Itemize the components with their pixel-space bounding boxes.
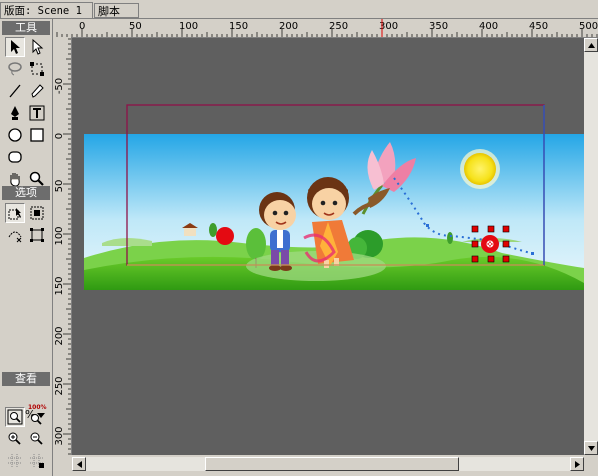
scale-option-button[interactable] <box>27 225 47 245</box>
text-icon <box>29 105 45 121</box>
ruler-top-label: 0 <box>79 21 85 32</box>
chevron-down-icon <box>587 445 595 451</box>
straighten-option-button[interactable] <box>5 225 25 245</box>
line-tool-button[interactable] <box>5 81 25 101</box>
snap-option-button[interactable] <box>5 203 25 223</box>
zoom-out-icon <box>30 432 43 445</box>
ruler-left-label: 300 <box>54 426 65 445</box>
rectangle-icon <box>30 128 44 142</box>
ruler-left-ticks: -50 0 50 100 150 200 250 300 <box>54 38 71 455</box>
smooth-option-button[interactable] <box>27 203 47 223</box>
tab-script[interactable]: 脚本 <box>94 3 139 18</box>
ruler-left-label: 150 <box>54 276 65 295</box>
zoom-in-button[interactable] <box>5 429 25 449</box>
transform-icon <box>30 62 44 76</box>
magnifier-icon <box>29 171 44 186</box>
chevron-up-icon <box>587 42 595 48</box>
oval-icon <box>8 128 22 142</box>
horizontal-scroll-thumb[interactable] <box>205 457 459 471</box>
grid-icon <box>8 454 22 468</box>
options-section-header: 选项 <box>2 186 50 200</box>
vertical-scroll-track[interactable] <box>584 52 598 441</box>
zoom-in-icon <box>8 432 21 445</box>
subselect-tool-button[interactable] <box>27 37 47 57</box>
rounded-rect-tool-button[interactable] <box>5 147 25 167</box>
chevron-right-icon <box>574 460 580 468</box>
rounded-rect-icon <box>8 151 22 163</box>
tools-panel: 工具 选项 查看 100% <box>0 19 53 476</box>
rectangle-tool-button[interactable] <box>27 125 47 145</box>
hand-icon <box>10 173 20 187</box>
zoom-100-icon <box>31 414 42 425</box>
pencil-tool-button[interactable] <box>27 81 47 101</box>
guides-button[interactable] <box>27 451 47 471</box>
straighten-icon <box>8 231 22 243</box>
transform-tool-button[interactable] <box>27 59 47 79</box>
ruler-top-label: 400 <box>479 21 498 32</box>
ruler-top-label: 150 <box>229 21 248 32</box>
stage-scene <box>84 134 584 290</box>
guides-icon <box>30 454 44 468</box>
ruler-top-label: 100 <box>179 21 198 32</box>
ruler-left-label: 250 <box>54 376 65 395</box>
chevron-left-icon <box>76 460 82 468</box>
pen-tool-button[interactable] <box>5 103 25 123</box>
scroll-down-button[interactable] <box>584 441 598 455</box>
stage-workspace[interactable] <box>72 38 584 455</box>
view-section-header: 查看 <box>2 372 50 386</box>
zoom-control-button[interactable] <box>5 407 25 427</box>
grid-button[interactable] <box>5 451 25 471</box>
red-ball-graphic <box>216 227 234 245</box>
tools-section-header: 工具 <box>2 21 50 35</box>
pen-icon <box>11 106 19 120</box>
ruler-top-label: 500 <box>579 21 598 32</box>
tab-scene[interactable]: 版面: Scene 1 <box>0 2 93 18</box>
horizontal-scrollbar[interactable] <box>72 455 584 476</box>
line-icon <box>9 84 21 98</box>
arrow-icon <box>11 40 20 54</box>
snap-icon <box>8 208 21 220</box>
scroll-up-button[interactable] <box>584 38 598 52</box>
sun-graphic <box>460 149 500 189</box>
ruler-top-label: 350 <box>429 21 448 32</box>
arrow-tool-button[interactable] <box>5 37 25 57</box>
ruler-left-label: 200 <box>54 326 65 345</box>
document-tab-bar: 版面: Scene 1 脚本 <box>0 0 598 19</box>
ruler-top-label: 450 <box>529 21 548 32</box>
ruler-top-label: 200 <box>279 21 298 32</box>
smooth-icon <box>30 206 44 220</box>
ruler-left-label: 0 <box>54 133 65 139</box>
stage-canvas[interactable] <box>72 38 584 455</box>
ruler-top-ticks: 0 50 100 150 200 250 300 350 400 450 500 <box>56 19 598 37</box>
ruler-left-label: 100 <box>54 226 65 245</box>
subselect-icon <box>32 39 44 55</box>
zoom-control-icon <box>7 409 23 425</box>
oval-tool-button[interactable] <box>5 125 25 145</box>
scroll-left-button[interactable] <box>72 457 86 471</box>
ruler-top: 0 50 100 150 200 250 300 350 400 450 500 <box>53 19 598 38</box>
scale-icon <box>30 228 44 242</box>
selected-ball-object[interactable] <box>471 225 510 263</box>
scroll-right-button[interactable] <box>570 457 584 471</box>
ruler-top-label: 50 <box>129 21 142 32</box>
lasso-tool-button[interactable] <box>5 59 25 79</box>
scroll-corner <box>584 455 598 476</box>
pencil-icon <box>31 84 44 98</box>
ruler-left-label: -50 <box>54 78 65 94</box>
zoom-100-badge: 100% <box>28 404 47 411</box>
ruler-top-label: 250 <box>329 21 348 32</box>
ruler-left: -50 0 50 100 150 200 250 300 <box>53 37 72 455</box>
ruler-left-label: 50 <box>54 180 65 193</box>
zoom-out-button[interactable] <box>27 429 47 449</box>
lasso-icon <box>8 62 22 76</box>
text-tool-button[interactable] <box>27 103 47 123</box>
vertical-scrollbar[interactable] <box>584 38 598 455</box>
zoom-100-button[interactable]: 100% <box>27 404 47 427</box>
